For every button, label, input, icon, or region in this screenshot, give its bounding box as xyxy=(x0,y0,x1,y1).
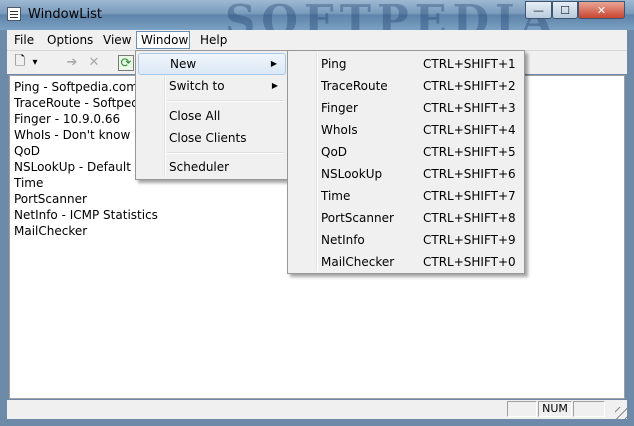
submenu-item-whois[interactable]: WhoIs CTRL+SHIFT+4 xyxy=(290,119,522,141)
menu-item-label: Close Clients xyxy=(169,131,247,145)
shortcut-label: CTRL+SHIFT+6 xyxy=(423,167,516,181)
menu-help[interactable]: Help xyxy=(196,31,231,49)
minimize-button[interactable]: — xyxy=(525,1,552,19)
refresh-icon[interactable]: ⟳ xyxy=(118,55,134,71)
menu-item-label: TraceRoute xyxy=(321,79,388,93)
status-pane-empty xyxy=(573,401,605,417)
menu-item-label: WhoIs xyxy=(321,123,358,137)
shortcut-label: CTRL+SHIFT+4 xyxy=(423,123,516,137)
menu-item-switch-to[interactable]: Switch to ▶ xyxy=(138,75,286,97)
new-submenu: Ping CTRL+SHIFT+1 TraceRoute CTRL+SHIFT+2 … xyxy=(287,50,525,274)
menu-item-label: QoD xyxy=(321,145,348,159)
menu-bar: File Options View Window Help xyxy=(7,30,627,50)
submenu-item-finger[interactable]: Finger CTRL+SHIFT+3 xyxy=(290,97,522,119)
submenu-item-nslookup[interactable]: NSLookUp CTRL+SHIFT+6 xyxy=(290,163,522,185)
list-item[interactable]: Ping - Softpedia.com xyxy=(14,79,138,95)
resize-grip[interactable] xyxy=(615,407,627,419)
list-item[interactable]: PortScanner xyxy=(14,191,87,207)
cancel-icon[interactable]: ✕ xyxy=(85,54,103,71)
list-item[interactable]: QoD xyxy=(14,143,40,159)
list-item[interactable]: NetInfo - ICMP Statistics xyxy=(14,207,158,223)
menu-item-label: Ping xyxy=(321,57,347,71)
status-pane-empty xyxy=(507,401,537,417)
close-button[interactable]: ✕ xyxy=(578,1,625,19)
menu-item-label: Close All xyxy=(169,109,221,123)
maximize-button[interactable]: ☐ xyxy=(552,1,578,19)
submenu-item-qod[interactable]: QoD CTRL+SHIFT+5 xyxy=(290,141,522,163)
app-icon[interactable] xyxy=(7,7,21,21)
shortcut-label: CTRL+SHIFT+5 xyxy=(423,145,516,159)
menu-separator xyxy=(167,100,284,102)
menu-item-close-clients[interactable]: Close Clients xyxy=(138,127,286,149)
menu-file[interactable]: File xyxy=(10,31,38,49)
title-bar[interactable]: WindowList SOFTPEDIA — ☐ ✕ xyxy=(0,0,634,45)
menu-window[interactable]: Window xyxy=(136,31,190,49)
shortcut-label: CTRL+SHIFT+1 xyxy=(423,57,516,71)
menu-item-label: PortScanner xyxy=(321,211,394,225)
menu-view[interactable]: View xyxy=(99,31,135,49)
list-item[interactable]: Time xyxy=(14,175,43,191)
menu-item-close-all[interactable]: Close All xyxy=(138,105,286,127)
menu-item-scheduler[interactable]: Scheduler xyxy=(138,156,286,178)
shortcut-label: CTRL+SHIFT+0 xyxy=(423,255,516,269)
submenu-arrow-icon: ▶ xyxy=(271,81,278,90)
submenu-item-time[interactable]: Time CTRL+SHIFT+7 xyxy=(290,185,522,207)
go-arrow-icon[interactable]: ➔ xyxy=(63,54,81,71)
shortcut-label: CTRL+SHIFT+3 xyxy=(423,101,516,115)
menu-item-label: New xyxy=(170,57,197,71)
menu-separator xyxy=(167,152,284,154)
chevron-down-icon[interactable]: ▾ xyxy=(29,54,41,71)
window-menu: New ▶ Switch to ▶ Close All Close Client… xyxy=(135,50,289,180)
status-bar: NUM xyxy=(7,400,627,419)
submenu-item-mailchecker[interactable]: MailChecker CTRL+SHIFT+0 xyxy=(290,251,522,273)
menu-item-label: Switch to xyxy=(169,79,225,93)
submenu-item-netinfo[interactable]: NetInfo CTRL+SHIFT+9 xyxy=(290,229,522,251)
new-document-icon[interactable]: 🗋 xyxy=(11,54,29,71)
menu-item-new[interactable]: New ▶ xyxy=(138,53,286,75)
shortcut-label: CTRL+SHIFT+8 xyxy=(423,211,516,225)
menu-item-label: Scheduler xyxy=(169,160,230,174)
submenu-item-traceroute[interactable]: TraceRoute CTRL+SHIFT+2 xyxy=(290,75,522,97)
shortcut-label: CTRL+SHIFT+7 xyxy=(423,189,516,203)
list-item[interactable]: MailChecker xyxy=(14,223,87,239)
shortcut-label: CTRL+SHIFT+9 xyxy=(423,233,516,247)
menu-item-label: Finger xyxy=(321,101,358,115)
menu-item-label: MailChecker xyxy=(321,255,395,269)
submenu-item-ping[interactable]: Ping CTRL+SHIFT+1 xyxy=(290,53,522,75)
num-lock-indicator: NUM xyxy=(538,401,572,417)
submenu-arrow-icon: ▶ xyxy=(270,59,277,68)
menu-item-label: Time xyxy=(321,189,351,203)
submenu-item-portscanner[interactable]: PortScanner CTRL+SHIFT+8 xyxy=(290,207,522,229)
shortcut-label: CTRL+SHIFT+2 xyxy=(423,79,516,93)
window-title: WindowList xyxy=(28,7,102,22)
menu-item-label: NetInfo xyxy=(321,233,365,247)
menu-options[interactable]: Options xyxy=(43,31,97,49)
menu-item-label: NSLookUp xyxy=(321,167,383,181)
list-item[interactable]: Finger - 10.9.0.66 xyxy=(14,111,120,127)
list-item[interactable]: WhoIs - Don't know xyxy=(14,127,130,143)
